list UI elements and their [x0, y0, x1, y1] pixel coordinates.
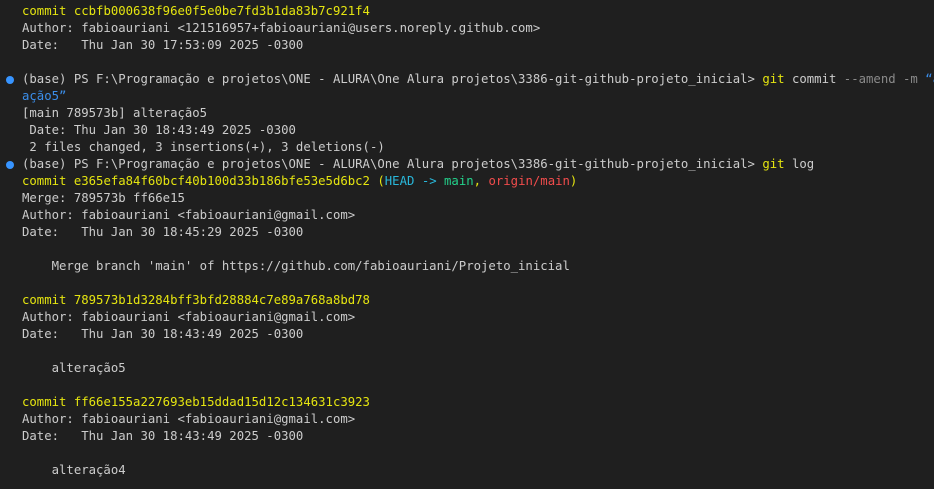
date-line: Date: Thu Jan 30 18:43:49 2025 -0300 [22, 327, 304, 341]
command-status-dot-icon[interactable] [6, 76, 14, 84]
ref-close-paren: ) [569, 174, 578, 188]
prompt-prefix: (base) PS F:\Programação e projetos\ONE … [22, 72, 755, 86]
git-subcommand: commit [791, 72, 837, 86]
prompt-prefix: (base) PS F:\Programação e projetos\ONE … [22, 157, 755, 171]
commit-line: commit e365efa84f60bcf40b100d33b186bfe53… [0, 173, 934, 190]
prompt-line: (base) PS F:\Programação e projetos\ONE … [0, 71, 934, 88]
command-status-dot-icon[interactable] [6, 161, 14, 169]
ref-open-paren: ( [377, 174, 385, 188]
amend-output-line: [main 789573b] alteração5 [22, 106, 208, 120]
amend-output-line: Date: Thu Jan 30 18:43:49 2025 -0300 [22, 123, 296, 137]
git-command: git [762, 72, 785, 86]
commit-message-arg-cont: ação5” [22, 89, 67, 103]
remote-branch-ref: origin/main [488, 174, 570, 188]
ref-separator: , [473, 174, 482, 188]
commit-line: commit ccbfb000638f96e0f5e0be7fd3b1da83b… [0, 3, 934, 20]
author-line: Author: fabioauriani <fabioauriani@gmail… [22, 412, 356, 426]
author-line: Author: fabioauriani <fabioauriani@gmail… [22, 310, 356, 324]
amend-output-line: 2 files changed, 3 insertions(+), 3 dele… [22, 140, 385, 154]
head-arrow: -> [421, 174, 437, 188]
commit-message: Merge branch 'main' of https://github.co… [22, 259, 570, 273]
git-command: git [762, 157, 785, 171]
commit-message: alteração4 [22, 463, 126, 477]
prompt-line: (base) PS F:\Programação e projetos\ONE … [0, 156, 934, 173]
terminal-output[interactable]: commit ccbfb000638f96e0f5e0be7fd3b1da83b… [0, 0, 934, 489]
commit-message-arg: “alter [925, 72, 934, 86]
commit-message: alteração5 [22, 361, 126, 375]
commit-line: commit ff66e155a227693eb15ddad15d12c1346… [0, 394, 934, 411]
git-subcommand: log [791, 157, 815, 171]
date-line: Date: Thu Jan 30 17:53:09 2025 -0300 [22, 38, 304, 52]
commit-hash: 789573b1d3284bff3bfd28884c7e89a768a8bd78 [73, 293, 370, 307]
commit-keyword: commit [22, 395, 67, 409]
commit-line: commit 789573b1d3284bff3bfd28884c7e89a76… [0, 292, 934, 309]
date-line: Date: Thu Jan 30 18:43:49 2025 -0300 [22, 429, 304, 443]
commit-keyword: commit [22, 174, 67, 188]
date-line: Date: Thu Jan 30 18:45:29 2025 -0300 [22, 225, 304, 239]
commit-keyword: commit [22, 4, 67, 18]
head-ref: HEAD [384, 174, 415, 188]
commit-keyword: commit [22, 293, 67, 307]
commit-hash: ff66e155a227693eb15ddad15d12c134631c3923 [73, 395, 370, 409]
commit-hash: e365efa84f60bcf40b100d33b186bfe53e5d6bc2 [73, 174, 370, 188]
author-line: Author: fabioauriani <121516957+fabioaur… [22, 21, 541, 35]
prompt-line-wrap: ação5” [0, 88, 934, 105]
branch-ref: main [444, 174, 474, 188]
commit-hash: ccbfb000638f96e0f5e0be7fd3b1da83b7c921f4 [73, 4, 370, 18]
git-flags: --amend -m [843, 72, 918, 86]
author-line: Author: fabioauriani <fabioauriani@gmail… [22, 208, 356, 222]
merge-line: Merge: 789573b ff66e15 [22, 191, 185, 205]
